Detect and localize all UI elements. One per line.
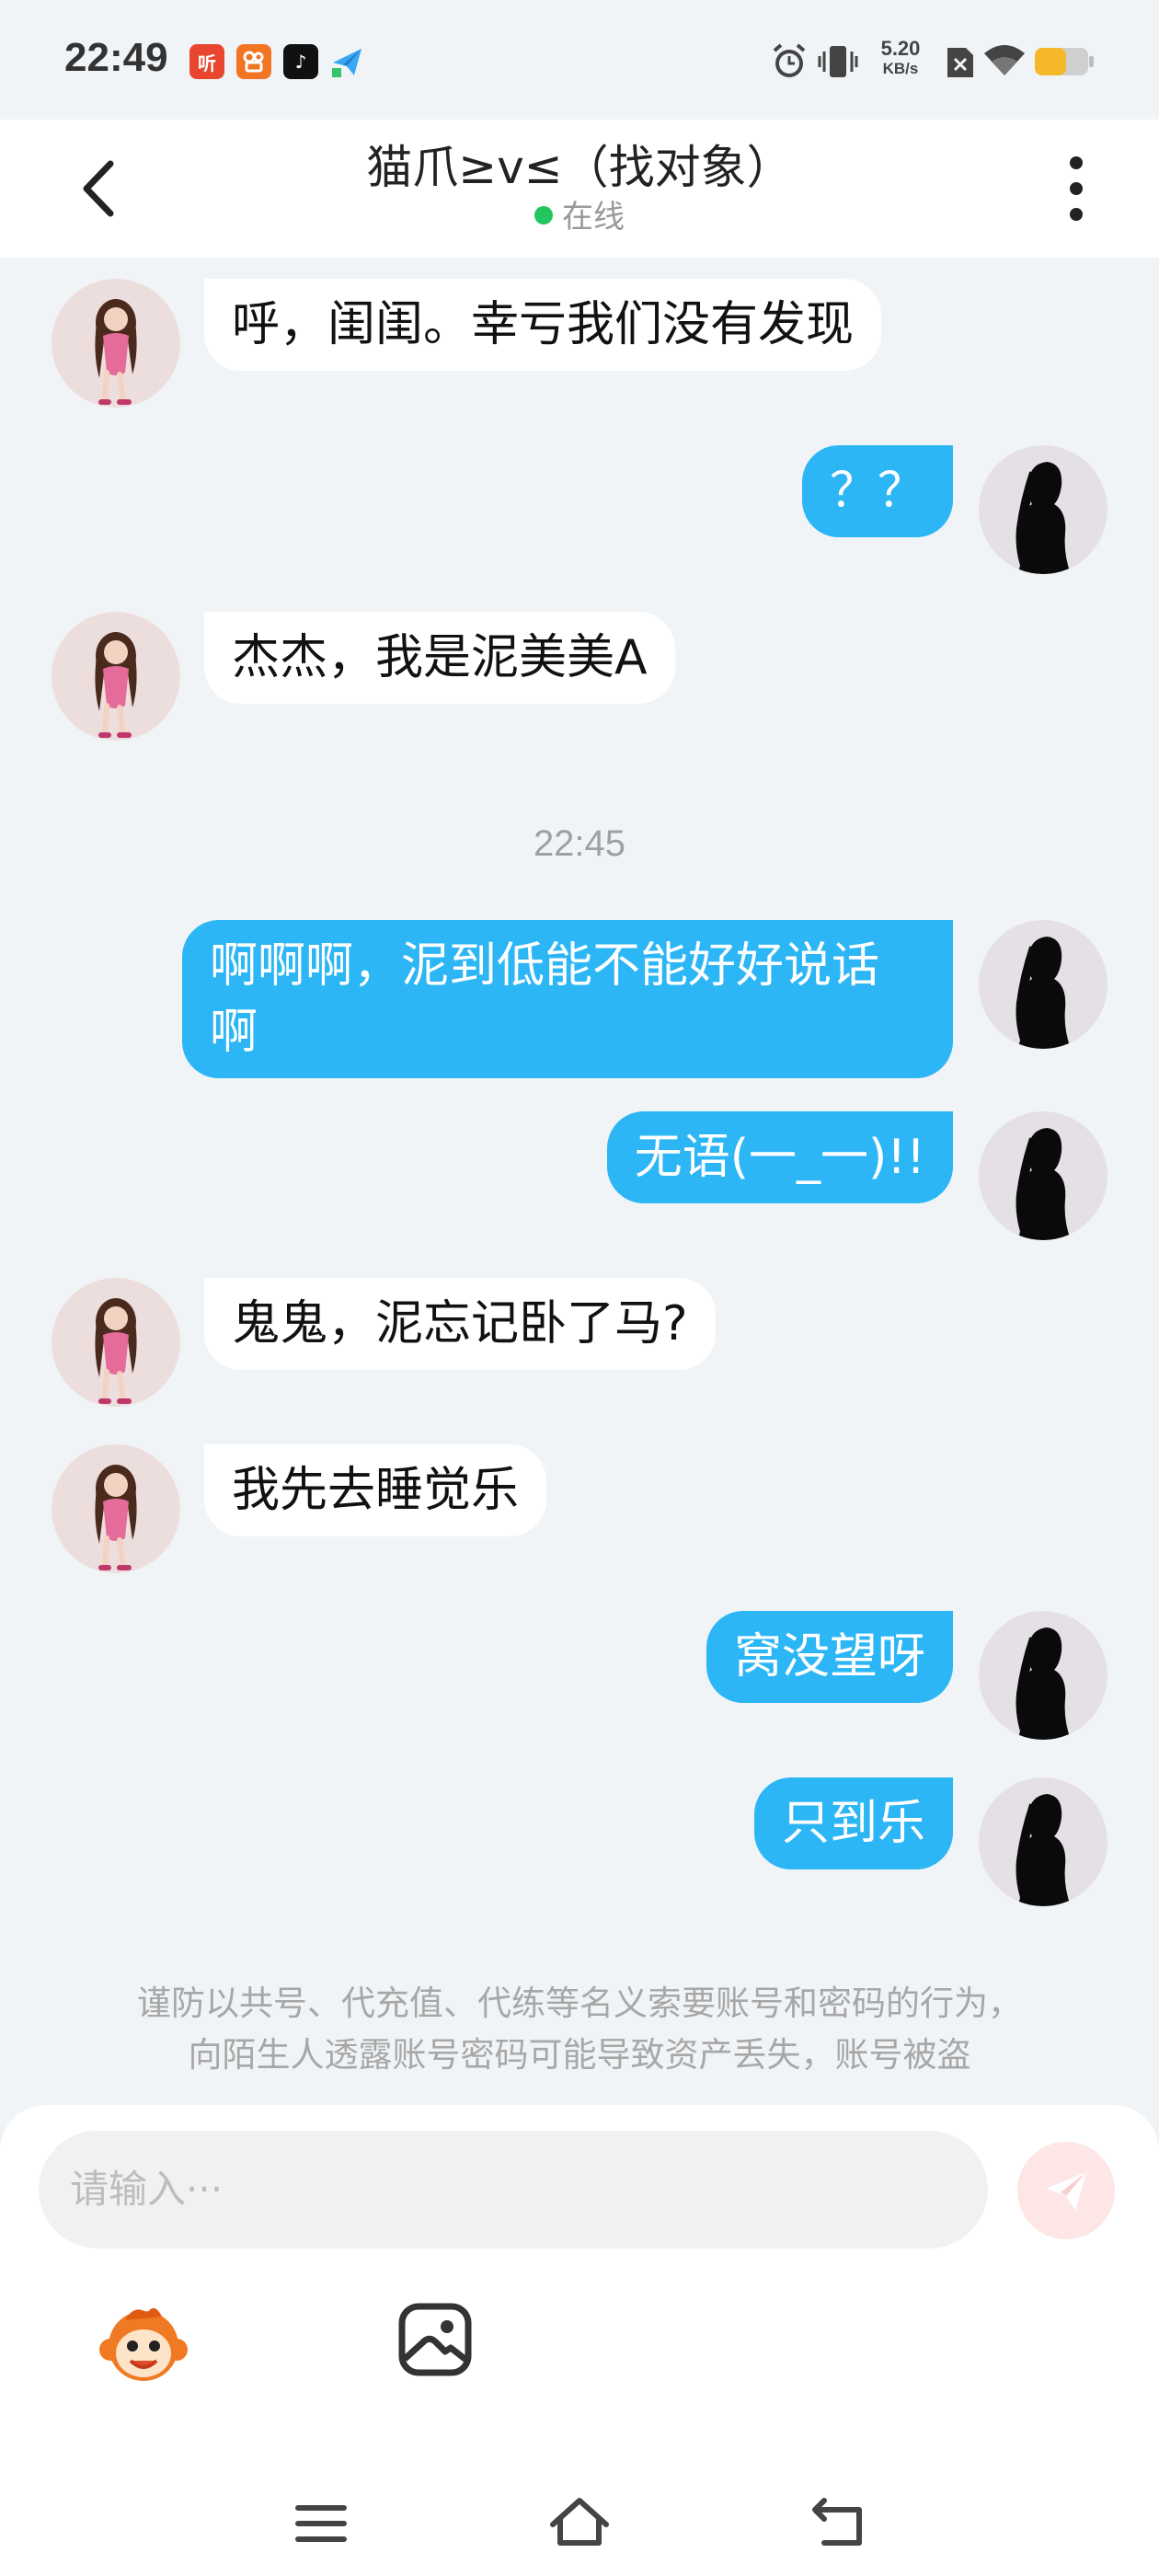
vibrate-icon xyxy=(817,42,859,85)
contact-avatar[interactable] xyxy=(52,279,180,408)
more-vertical-icon xyxy=(1070,156,1083,221)
back-nav-button[interactable] xyxy=(806,2493,870,2554)
online-status-label: 在线 xyxy=(562,199,625,236)
online-status: 在线 xyxy=(0,191,1159,236)
incoming-message-bubble[interactable]: 鬼鬼，泥忘记卧了马? xyxy=(204,1278,716,1370)
outgoing-message-bubble[interactable]: 啊啊啊，泥到低能不能好好说话啊 xyxy=(182,920,953,1078)
contact-avatar[interactable] xyxy=(52,612,180,741)
menu-icon xyxy=(295,2505,347,2542)
my-avatar[interactable] xyxy=(979,1611,1107,1740)
send-button[interactable] xyxy=(1017,2142,1115,2239)
battery-icon xyxy=(1034,46,1095,81)
chat-title: 猫爪≥v≤（找对象） xyxy=(366,141,793,194)
message-timestamp: 22:45 xyxy=(533,823,626,864)
alarm-icon xyxy=(771,42,808,85)
online-dot-icon xyxy=(534,205,553,224)
system-nav-bar xyxy=(0,2466,1159,2576)
incoming-message-bubble[interactable]: 我先去睡觉乐 xyxy=(204,1444,547,1536)
incoming-message-bubble[interactable]: 杰杰，我是泥美美A xyxy=(204,612,675,704)
sim-no-signal-icon xyxy=(946,44,975,83)
my-avatar[interactable] xyxy=(979,1111,1107,1240)
sticker-button[interactable] xyxy=(98,2300,189,2388)
security-warning: 谨防以共号、代充值、代练等名义索要账号和密码的行为， 向陌生人透露账号密码可能导… xyxy=(55,1978,1104,2081)
chat-header: 猫爪≥v≤（找对象） 在线 xyxy=(0,120,1159,258)
outgoing-message-bubble[interactable]: ？？ xyxy=(801,445,953,537)
contact-avatar[interactable] xyxy=(52,1444,180,1573)
more-options-button[interactable] xyxy=(1058,152,1095,225)
my-avatar[interactable] xyxy=(979,445,1107,574)
outgoing-message-bubble[interactable]: 只到乐 xyxy=(753,1777,953,1869)
monkey-sticker-icon xyxy=(99,2307,188,2381)
tingshu-app-icon: 听 xyxy=(189,44,224,79)
home-icon xyxy=(550,2498,609,2546)
network-speed-unit: KB/s xyxy=(882,60,919,77)
image-icon xyxy=(398,2303,472,2376)
home-nav-button[interactable] xyxy=(547,2493,612,2554)
outgoing-message-bubble[interactable]: 窝没望呀 xyxy=(706,1611,953,1703)
back-arrow-icon xyxy=(812,2498,862,2546)
status-bar: 22:49 听 ♪ 5.20 KB/s xyxy=(0,0,1159,120)
network-speed: 5.20 KB/s xyxy=(868,39,933,79)
tiktok-app-icon: ♪ xyxy=(283,44,318,79)
kuaishou-app-icon xyxy=(236,44,271,79)
my-avatar[interactable] xyxy=(979,920,1107,1049)
send-plane-icon xyxy=(1046,2172,1086,2211)
message-input[interactable]: 请输入··· xyxy=(39,2131,988,2248)
wifi-icon xyxy=(982,44,1027,81)
security-warning-line: 谨防以共号、代充值、代练等名义索要账号和密码的行为， xyxy=(137,1984,1022,2023)
contact-avatar[interactable] xyxy=(52,1278,180,1407)
security-warning-line: 向陌生人透露账号密码可能导致资产丢失，账号被盗 xyxy=(188,2035,971,2075)
image-picker-button[interactable] xyxy=(397,2302,473,2377)
outgoing-message-bubble[interactable]: 无语(一_一)!! xyxy=(606,1111,953,1203)
network-speed-value: 5.20 xyxy=(880,37,921,60)
paper-plane-app-icon xyxy=(330,44,365,79)
my-avatar[interactable] xyxy=(979,1777,1107,1906)
incoming-message-bubble[interactable]: 呼，闺闺。幸亏我们没有发现 xyxy=(204,279,882,371)
status-time: 22:49 xyxy=(64,35,168,80)
menu-nav-button[interactable] xyxy=(289,2493,353,2554)
